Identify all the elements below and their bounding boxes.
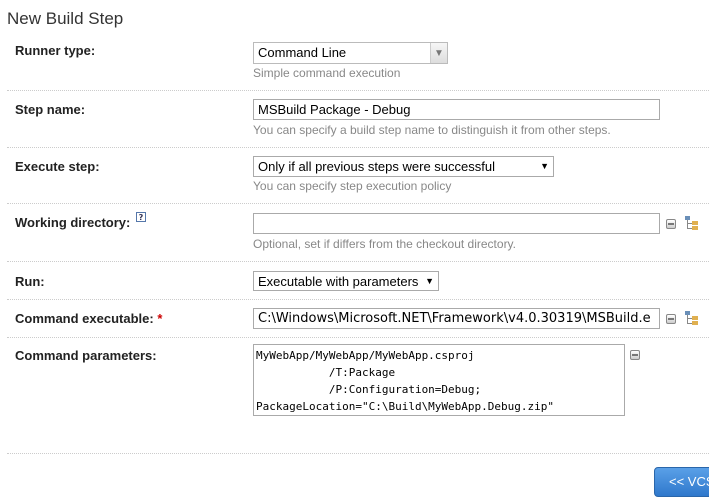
separator <box>7 203 709 204</box>
command-parameters-textarea[interactable] <box>253 344 625 416</box>
separator <box>7 337 709 338</box>
run-select[interactable]: Executable with parameters ▼ <box>253 271 439 291</box>
command-executable-label-text: Command executable: <box>15 311 154 326</box>
runner-type-hint: Simple command execution <box>253 66 401 80</box>
separator <box>7 261 709 262</box>
execute-step-value: Only if all previous steps were successf… <box>258 159 495 174</box>
page-title: New Build Step <box>7 9 124 28</box>
runner-type-dropdown-button[interactable]: ▼ <box>430 43 447 63</box>
required-marker: * <box>157 311 163 326</box>
run-label: Run: <box>15 274 45 289</box>
execute-step-select[interactable]: Only if all previous steps were successf… <box>253 156 554 177</box>
runner-type-combobox[interactable]: Command Line ▼ <box>253 42 448 64</box>
chevron-down-icon: ▼ <box>434 48 444 59</box>
separator <box>7 90 709 91</box>
working-directory-input[interactable] <box>253 213 660 234</box>
runner-type-value: Command Line <box>258 45 347 60</box>
separator <box>7 299 709 300</box>
execute-step-label: Execute step: <box>15 159 100 174</box>
directory-tree-icon[interactable] <box>685 311 698 325</box>
chevron-down-icon: ▼ <box>540 161 549 171</box>
step-name-input[interactable]: MSBuild Package - Debug <box>253 99 660 120</box>
chevron-down-icon: ▼ <box>425 276 434 286</box>
step-name-hint: You can specify a build step name to dis… <box>253 123 611 137</box>
working-directory-label: Working directory: <box>15 215 131 230</box>
run-value: Executable with parameters <box>258 274 419 289</box>
command-parameters-label: Command parameters: <box>15 348 157 363</box>
directory-tree-icon[interactable] <box>685 216 698 230</box>
help-icon[interactable]: ? <box>136 212 146 222</box>
textarea-toggle-icon[interactable] <box>630 350 640 360</box>
command-executable-label: Command executable: * <box>15 311 162 326</box>
textarea-toggle-icon[interactable] <box>666 314 676 324</box>
step-name-label: Step name: <box>15 102 86 117</box>
separator <box>7 147 709 148</box>
working-directory-hint: Optional, set if differs from the checko… <box>253 237 517 251</box>
execute-step-hint: You can specify step execution policy <box>253 179 452 193</box>
textarea-toggle-icon[interactable] <box>666 219 676 229</box>
back-to-vcs-button[interactable]: << VCS <box>654 467 709 497</box>
runner-type-label: Runner type: <box>15 43 96 58</box>
separator <box>7 453 709 454</box>
command-executable-input[interactable]: C:\Windows\Microsoft.NET\Framework\v4.0.… <box>253 308 660 329</box>
